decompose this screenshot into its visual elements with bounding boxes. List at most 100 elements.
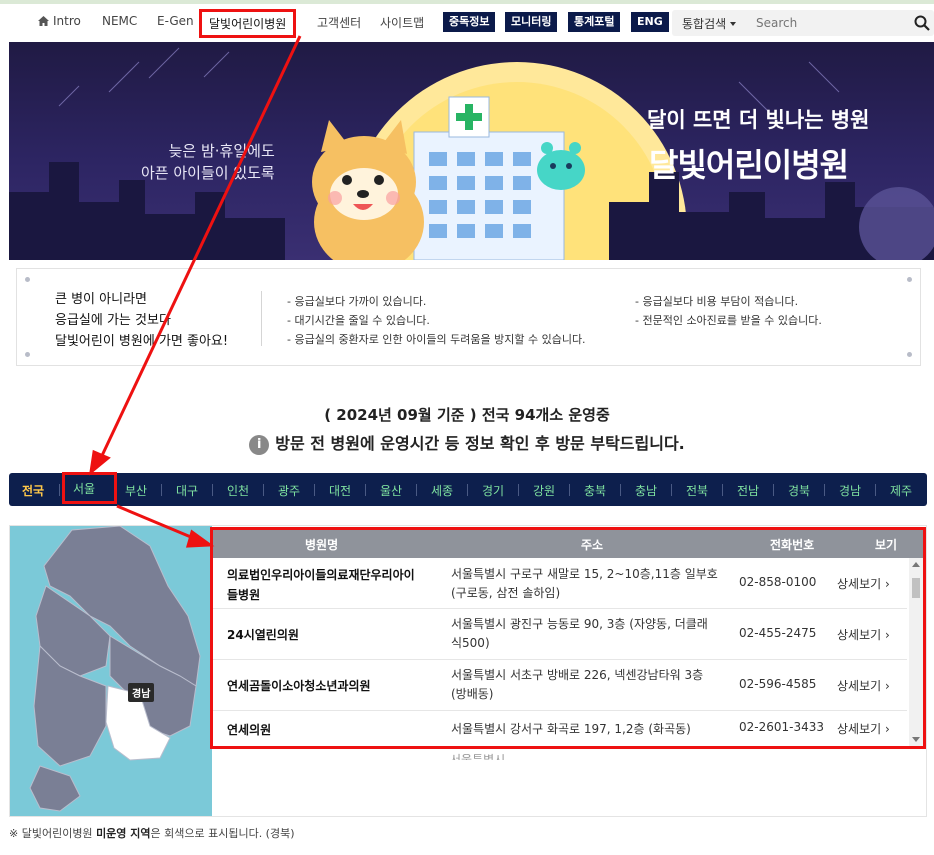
tab-separator	[569, 484, 570, 496]
region-tab-gangwon[interactable]: 강원	[533, 482, 555, 499]
monitoring-button[interactable]: 모니터링	[505, 12, 558, 32]
tab-separator	[722, 484, 723, 496]
hospital-address: 서울특별시 구로구 새말로 15, 2~10층,11층 일부호 (구로동, 삼전 …	[451, 565, 727, 603]
column-header-phone: 전화번호	[770, 538, 815, 552]
poison-info-button[interactable]: 중독정보	[443, 12, 496, 32]
table-row: 24시열린의원 서울특별시 광진구 능동로 90, 3층 (자양동, 더클래 식5…	[213, 609, 907, 660]
column-header-view: 보기	[875, 538, 898, 552]
nav-egen[interactable]: E-Gen	[157, 14, 194, 28]
region-map[interactable]	[10, 526, 212, 816]
stats-portal-button[interactable]: 통계포털	[568, 12, 621, 32]
region-tab-ulsan[interactable]: 울산	[380, 482, 402, 499]
region-tab-daegu[interactable]: 대구	[176, 482, 198, 499]
footnote-suffix: 은 회색으로 표시됩니다. (경북)	[150, 827, 295, 840]
table-row: 연세의원 서울특별시 강서구 화곡로 197, 1,2층 (화곡동) 02-26…	[213, 711, 907, 746]
visit-notice: i 방문 전 병원에 운영시간 등 정보 확인 후 방문 부탁드립니다.	[0, 430, 934, 455]
benefit-item: - 전문적인 소아진료를 받을 수 있습니다.	[635, 314, 822, 327]
tab-separator	[467, 484, 468, 496]
region-tab-busan[interactable]: 부산	[125, 482, 147, 499]
hospital-address: 서울특별시 광진구 능동로 90, 3층 (자양동, 더클래 식500)	[451, 615, 727, 653]
table-scrollbar[interactable]	[909, 558, 923, 746]
info-headline-line: 달빛어린이 병원에 가면 좋아요!	[55, 334, 229, 349]
detail-view-link[interactable]: 상세보기 ›	[837, 626, 890, 643]
visit-notice-text: 방문 전 병원에 운영시간 등 정보 확인 후 방문 부탁드립니다.	[275, 434, 685, 453]
info-benefits-right: - 응급실보다 비용 부담이 적습니다. - 전문적인 소아진료를 받을 수 있…	[635, 292, 822, 330]
table-row: 의료법인우리아이들의료재단우리아이들병원 서울특별시 구로구 새말로 15, 2…	[213, 558, 907, 609]
region-tab-jeju[interactable]: 제주	[890, 482, 912, 499]
benefit-item: - 응급실보다 비용 부담이 적습니다.	[635, 295, 799, 308]
corner-dot	[907, 277, 912, 282]
region-tab-gyeongbuk[interactable]: 경북	[788, 482, 810, 499]
hero-banner: 늦은 밤·휴일에도 아픈 아이들이 있도록 달이 뜨면 더 빛나는 병원 달빛어…	[9, 42, 934, 260]
benefit-item: - 응급실의 중환자로 인한 아이들의 두려움을 방지할 수 있습니다.	[287, 333, 586, 346]
scroll-thumb[interactable]	[912, 578, 920, 598]
benefit-item: - 응급실보다 가까이 있습니다.	[287, 295, 427, 308]
hospital-address: 서울특별시 서초구 방배로 226, 넥센강남타워 3층 (방배동)	[451, 666, 727, 704]
tab-separator	[824, 484, 825, 496]
nav-intro-label: Intro	[53, 14, 81, 28]
info-headline-line: 응급실에 가는 것보다	[55, 313, 171, 328]
map-footnote: ※ 달빛어린이병원 미운영 지역은 회색으로 표시됩니다. (경북)	[9, 825, 295, 841]
search-scope-select[interactable]: 통합검색	[682, 15, 737, 32]
tab-separator	[518, 484, 519, 496]
banner-subcopy-line1: 늦은 밤·휴일에도	[168, 142, 275, 160]
address-line: 식500)	[451, 636, 490, 650]
search-bar: 통합검색	[672, 10, 934, 36]
info-benefits-left: - 응급실보다 가까이 있습니다. - 대기시간을 줄일 수 있습니다. - 응…	[287, 292, 586, 349]
korea-map-illustration	[29, 526, 201, 812]
hospital-phone: 02-596-4585	[739, 677, 817, 691]
hospital-name: 연세의원	[227, 723, 272, 737]
banner-subcopy: 늦은 밤·휴일에도 아픈 아이들이 있도록	[141, 140, 275, 184]
annotation-arrowhead	[88, 449, 111, 476]
region-tab-incheon[interactable]: 인천	[227, 482, 249, 499]
region-tab-nationwide[interactable]: 전국	[22, 482, 44, 499]
hospital-table: 병원명 주소 전화번호 보기 의료법인우리아이들의료재단우리아이들병원 서울특별…	[210, 527, 926, 749]
tab-separator	[416, 484, 417, 496]
region-tab-gyeonggi[interactable]: 경기	[482, 482, 504, 499]
hospital-phone: 02-455-2475	[739, 626, 817, 640]
region-tab-seoul[interactable]: 서울	[73, 480, 95, 497]
detail-view-link[interactable]: 상세보기 ›	[837, 575, 890, 592]
detail-view-link[interactable]: 상세보기 ›	[837, 720, 890, 737]
region-tab-chungnam[interactable]: 충남	[635, 482, 657, 499]
eng-button[interactable]: ENG	[631, 12, 669, 32]
region-tab-jeonbuk[interactable]: 전북	[686, 482, 708, 499]
tab-separator	[161, 484, 162, 496]
benefit-item: - 대기시간을 줄일 수 있습니다.	[287, 314, 430, 327]
nav-nemc[interactable]: NEMC	[102, 14, 137, 28]
map-region-label: 경남	[128, 683, 155, 702]
search-input[interactable]	[756, 14, 906, 32]
region-tab-gwangju[interactable]: 광주	[278, 482, 300, 499]
info-headline: 큰 병이 아니라면 응급실에 가는 것보다 달빛어린이 병원에 가면 좋아요!	[55, 289, 228, 352]
info-icon: i	[249, 435, 270, 455]
region-tab-sejong[interactable]: 세종	[431, 482, 453, 499]
hospital-name-line: 의료법인우리아이들의료재단우리아이	[227, 568, 415, 582]
hospital-name-line: 들병원	[227, 588, 261, 602]
caret-down-icon	[730, 22, 737, 26]
footnote-emphasis: 미운영 지역	[96, 827, 151, 840]
detail-view-link[interactable]: 상세보기 ›	[837, 677, 890, 694]
search-icon[interactable]	[914, 15, 930, 31]
tab-separator	[875, 484, 876, 496]
banner-subcopy-line2: 아픈 아이들이 있도록	[141, 164, 275, 182]
hospital-name: 24시열린의원	[227, 628, 299, 642]
scroll-down-icon[interactable]	[912, 737, 920, 742]
region-tabs: 전국 부산 대구 인천 광주 대전 울산 세종 경기 강원 충북 충남 전북 전…	[9, 473, 927, 506]
scroll-up-icon[interactable]	[912, 562, 920, 567]
operating-count-notice: ( 2024년 09월 기준 ) 전국 94개소 운영중	[324, 406, 610, 424]
address-line: (구로동, 삼전 솔하임)	[451, 586, 561, 600]
address-line: 서울특별시 구로구 새말로 15, 2~10층,11층 일부호	[451, 567, 718, 581]
region-tab-daejeon[interactable]: 대전	[329, 482, 351, 499]
corner-dot	[25, 277, 30, 282]
region-tab-gyeongnam[interactable]: 경남	[839, 482, 861, 499]
address-line: 서울특별시 서초구 방배로 226, 넥센강남타워 3층	[451, 668, 704, 682]
region-tab-chungbuk[interactable]: 충북	[584, 482, 606, 499]
nav-customer-center[interactable]: 고객센터	[317, 14, 361, 31]
table-header: 병원명 주소 전화번호 보기	[213, 530, 923, 558]
nav-intro[interactable]: Intro	[38, 14, 81, 28]
nav-sitemap[interactable]: 사이트맵	[380, 14, 424, 31]
region-tab-jeonnam[interactable]: 전남	[737, 482, 759, 499]
hospital-name: 의료법인우리아이들의료재단우리아이들병원	[227, 565, 437, 605]
tab-separator	[314, 484, 315, 496]
nav-moonlight-hospital[interactable]: 달빛어린이병원	[199, 9, 297, 38]
